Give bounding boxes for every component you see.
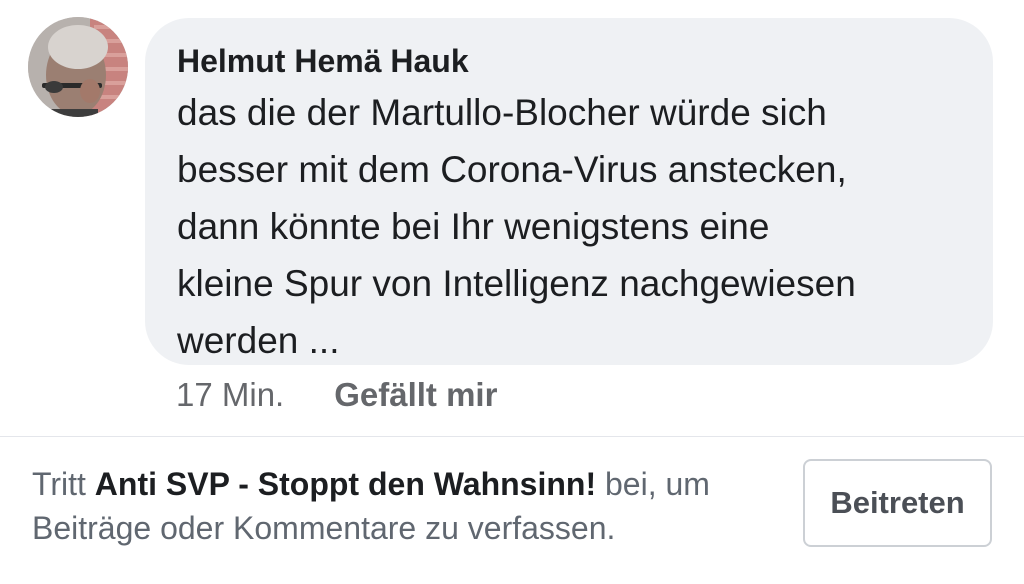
join-prompt-line-1: Tritt Anti SVP - Stoppt den Wahnsinn! be… xyxy=(32,462,802,506)
join-prompt-line-2: Beiträge oder Kommentare zu verfassen. xyxy=(32,510,616,546)
profile-photo-icon xyxy=(28,17,128,117)
join-group-button[interactable]: Beitreten xyxy=(803,459,992,547)
comment-text-line: werden ... xyxy=(177,320,340,361)
comment-text-line: das die der Martullo-Blocher würde sich xyxy=(177,92,827,133)
group-name[interactable]: Anti SVP - Stoppt den Wahnsinn! xyxy=(95,466,596,502)
comment-text-line: kleine Spur von Intelligenz nachgewiesen xyxy=(177,263,856,304)
comment-bubble: Helmut Hemä Hauk das die der Martullo-Bl… xyxy=(145,18,993,365)
divider xyxy=(0,436,1024,437)
comment-view: Helmut Hemä Hauk das die der Martullo-Bl… xyxy=(0,0,1024,584)
join-group-prompt: Tritt Anti SVP - Stoppt den Wahnsinn! be… xyxy=(32,462,802,550)
join-prompt-prefix: Tritt xyxy=(32,466,95,502)
comment-text-line: dann könnte bei Ihr wenigstens eine xyxy=(177,206,770,247)
join-prompt-suffix: bei, um xyxy=(596,466,710,502)
comment-author[interactable]: Helmut Hemä Hauk xyxy=(177,42,963,80)
comment-text: das die der Martullo-Blocher würde sich … xyxy=(177,84,963,369)
comment-text-line: besser mit dem Corona-Virus anstecken, xyxy=(177,149,847,190)
avatar[interactable] xyxy=(28,17,128,117)
comment-actions: 17 Min. Gefällt mir xyxy=(176,372,497,418)
like-button[interactable]: Gefällt mir xyxy=(334,376,497,414)
comment-timestamp[interactable]: 17 Min. xyxy=(176,376,284,414)
